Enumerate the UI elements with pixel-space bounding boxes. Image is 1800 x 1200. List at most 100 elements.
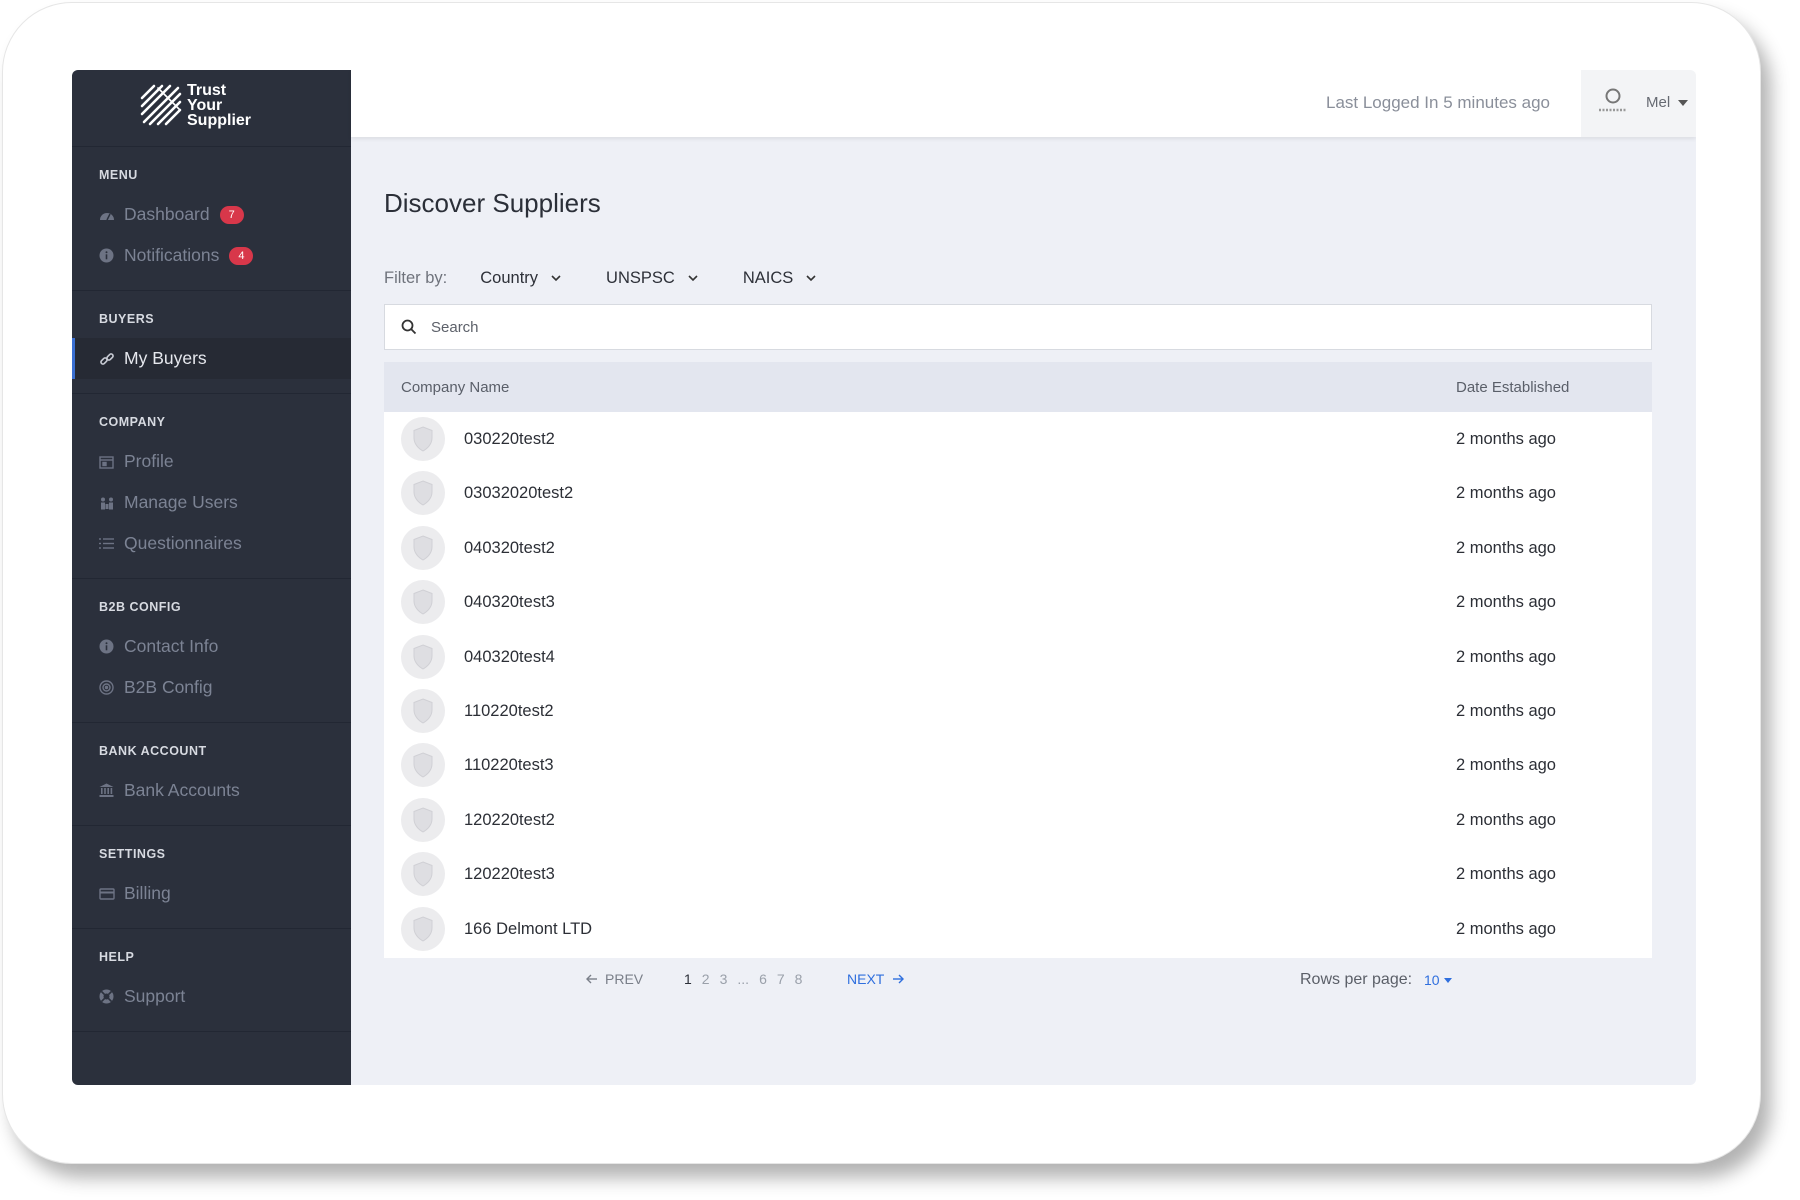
sidebar-item-support[interactable]: Support	[72, 976, 351, 1017]
info-icon	[98, 638, 115, 655]
rows-per-page-label: Rows per page:	[1300, 971, 1413, 988]
brand-line-3: Supplier	[187, 112, 252, 129]
sidebar-item-manage-users[interactable]: Manage Users	[72, 482, 351, 523]
page-number-button[interactable]: 3	[720, 971, 728, 987]
section-title: B2B CONFIG	[99, 600, 182, 614]
sidebar-item-bank-accounts[interactable]: Bank Accounts	[72, 770, 351, 811]
sidebar-item-label: Bank Accounts	[124, 780, 240, 800]
sidebar-item-label: Notifications	[124, 245, 220, 265]
table-row[interactable]: 040320test2 2 months ago	[384, 521, 1652, 575]
section-title: HELP	[99, 950, 135, 964]
rows-per-page-select[interactable]: 10	[1424, 972, 1452, 988]
next-page-button[interactable]: NEXT	[847, 971, 905, 987]
page-number-button[interactable]: 6	[759, 971, 767, 987]
shield-icon	[412, 861, 434, 887]
company-name[interactable]: 040320test3	[464, 593, 555, 612]
brand-line-1: Trust	[187, 82, 227, 99]
page-ellipsis: ...	[737, 971, 750, 987]
company-name[interactable]: 120220test2	[464, 811, 555, 830]
page-number-button[interactable]: 8	[795, 971, 803, 987]
shield-icon	[412, 698, 434, 724]
chevron-down-icon	[551, 275, 561, 282]
avatar-icon	[1599, 88, 1627, 112]
caret-down-icon	[1443, 977, 1452, 983]
sidebar: Trust Your Supplier MENU Dashboard 7 Not…	[72, 70, 351, 1085]
company-logo	[401, 634, 445, 679]
search-input[interactable]	[429, 317, 1613, 337]
sidebar-item-profile[interactable]: Profile	[72, 441, 351, 482]
sidebar-item-questionnaires[interactable]: Questionnaires	[72, 523, 351, 564]
company-logo	[401, 417, 445, 461]
shield-icon	[412, 480, 434, 506]
date-established: 2 months ago	[1456, 701, 1556, 720]
sidebar-section-help: HELP Support	[72, 929, 351, 1032]
sidebar-item-dashboard[interactable]: Dashboard 7	[72, 194, 351, 235]
last-login-text: Last Logged In 5 minutes ago	[1326, 93, 1550, 112]
company-name[interactable]: 040320test4	[464, 648, 555, 667]
date-established: 2 months ago	[1456, 647, 1556, 666]
company-name[interactable]: 110220test2	[464, 702, 554, 721]
shield-icon	[412, 752, 434, 778]
section-title: SETTINGS	[99, 847, 166, 861]
date-established: 2 months ago	[1456, 430, 1556, 448]
company-name[interactable]: 040320test2	[464, 539, 555, 558]
table-row[interactable]: 030220test2 2 months ago	[384, 412, 1652, 466]
company-logo	[401, 743, 445, 788]
chevron-down-icon	[688, 275, 698, 282]
table-row[interactable]: 040320test4 2 months ago	[384, 630, 1652, 684]
company-logo	[401, 797, 445, 842]
company-name[interactable]: 110220test3	[464, 756, 554, 775]
user-menu[interactable]: Mel	[1581, 70, 1696, 137]
column-header-company-name[interactable]: Company Name	[401, 379, 509, 396]
link-icon	[98, 350, 115, 367]
rows-per-page-value: 10	[1424, 972, 1440, 988]
unspsc-filter-dropdown[interactable]: UNSPSC	[606, 269, 699, 288]
company-name[interactable]: 030220test2	[464, 430, 555, 449]
page-number-button[interactable]: 2	[702, 971, 710, 987]
date-established: 2 months ago	[1456, 593, 1556, 612]
table-row[interactable]: 120220test2 2 months ago	[384, 793, 1652, 847]
pagination: PREV 1 2 3... 6 7 8 NEXT Rows per page: 10	[384, 964, 1652, 994]
table-row[interactable]: 120220test3 2 months ago	[384, 847, 1652, 901]
date-established: 2 months ago	[1456, 865, 1556, 884]
brand-logo[interactable]: Trust Your Supplier	[72, 70, 351, 147]
sidebar-item-label: Profile	[124, 451, 174, 471]
shield-icon	[412, 644, 434, 670]
sidebar-item-label: My Buyers	[124, 348, 207, 368]
column-header-date-established[interactable]: Date Established	[1456, 379, 1569, 396]
table-row[interactable]: 110220test2 2 months ago	[384, 684, 1652, 738]
sidebar-item-my-buyers[interactable]: My Buyers	[72, 338, 351, 379]
company-name[interactable]: 166 Delmont LTD	[464, 920, 592, 939]
notification-count-badge: 7	[219, 205, 244, 224]
sidebar-item-notifications[interactable]: Notifications 4	[72, 235, 351, 276]
sidebar-item-contact-info[interactable]: Contact Info	[72, 626, 351, 667]
shield-icon	[412, 426, 434, 452]
page-number-button[interactable]: 1	[684, 971, 692, 987]
table-row[interactable]: 110220test3 2 months ago	[384, 738, 1652, 792]
sidebar-item-b2b-config[interactable]: B2B Config	[72, 667, 351, 708]
company-logo	[401, 688, 445, 733]
company-name[interactable]: 03032020test2	[464, 484, 573, 503]
caret-down-icon	[1678, 100, 1688, 106]
country-filter-dropdown[interactable]: Country	[480, 269, 562, 288]
table-row[interactable]: 166 Delmont LTD 2 months ago	[384, 902, 1652, 956]
table-row[interactable]: 040320test3 2 months ago	[384, 575, 1652, 629]
sidebar-item-billing[interactable]: Billing	[72, 873, 351, 914]
page-title: Discover Suppliers	[384, 188, 601, 218]
table-row[interactable]: 03032020test2 2 months ago	[384, 466, 1652, 520]
dashboard-gauge-icon	[98, 206, 115, 223]
sidebar-section-b2b-config: B2B CONFIG Contact Info B2B Config	[72, 579, 351, 723]
naics-filter-dropdown[interactable]: NAICS	[743, 269, 817, 288]
brand-name: Trust Your Supplier	[187, 82, 252, 129]
sidebar-section-bank-account: BANK ACCOUNT Bank Accounts	[72, 723, 351, 826]
sidebar-section-buyers: BUYERS My Buyers	[72, 291, 351, 394]
filter-label: Filter by:	[384, 268, 448, 287]
arrow-left-icon	[586, 974, 597, 984]
support-icon	[98, 988, 115, 1005]
search-bar	[384, 304, 1652, 350]
prev-label: PREV	[605, 971, 644, 987]
sidebar-item-label: Questionnaires	[124, 533, 242, 553]
company-name[interactable]: 120220test3	[464, 865, 555, 884]
page-number-button[interactable]: 7	[777, 971, 785, 987]
prev-page-button[interactable]: PREV	[586, 971, 643, 987]
